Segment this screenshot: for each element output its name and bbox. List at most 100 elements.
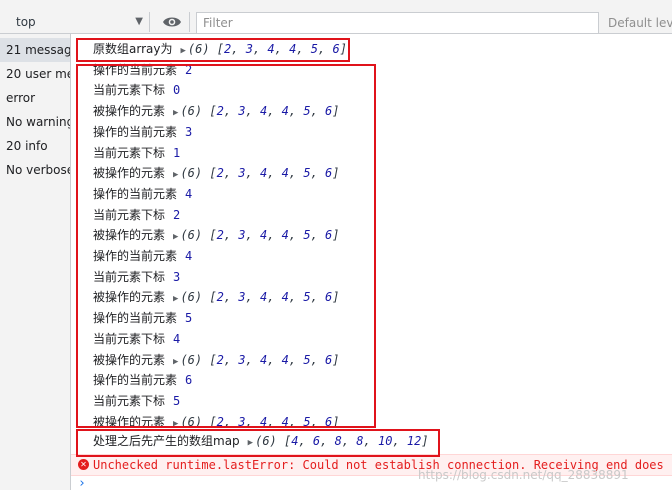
- log-number-value: 0: [173, 83, 181, 98]
- expand-triangle-icon[interactable]: ▶: [180, 41, 185, 61]
- array-preview[interactable]: (6) [2, 3, 4, 4, 5, 6]: [180, 290, 339, 304]
- console-sidebar: 21 messages 20 user mes... error No warning…: [0, 34, 71, 490]
- console-toolbar: top ▼ Filter Default leve: [0, 0, 672, 34]
- console-line[interactable]: 当前元素下标 3: [71, 267, 672, 287]
- array-preview[interactable]: (6) [2, 3, 4, 4, 5, 6]: [180, 353, 339, 367]
- array-length: (6): [180, 414, 203, 429]
- console-line[interactable]: 当前元素下标 5: [71, 391, 672, 411]
- array-element: 2: [216, 104, 224, 119]
- array-element: 4: [259, 414, 268, 429]
- log-label: 操作的当前元素: [93, 186, 178, 201]
- console-line[interactable]: 当前元素下标 0: [71, 80, 672, 100]
- console-line[interactable]: 原数组array为 ▶ (6) [2, 3, 4, 4, 5, 6]: [71, 39, 672, 59]
- log-number-value: 2: [173, 207, 181, 222]
- log-number-value: 2: [185, 62, 193, 77]
- console-messages: 原数组array为 ▶ (6) [2, 3, 4, 4, 5, 6] 操作的当前元素 2…: [71, 34, 672, 491]
- sidebar-item[interactable]: 20 user mes...: [0, 62, 70, 86]
- console-message: 当前元素下标 2: [93, 205, 180, 225]
- console-message: 当前元素下标 4: [93, 329, 180, 349]
- console-message: 当前元素下标 5: [93, 391, 180, 411]
- array-element: 4: [281, 104, 289, 119]
- console-line[interactable]: 被操作的元素 ▶ (6) [2, 3, 4, 4, 5, 6]: [71, 101, 672, 121]
- log-label: 被操作的元素: [93, 352, 166, 367]
- console-message: 操作的当前元素 2: [93, 60, 192, 80]
- array-length: (6): [187, 42, 210, 56]
- array-element: 6: [325, 166, 333, 181]
- array-preview[interactable]: (6) [2, 3, 4, 4, 5, 6]: [180, 415, 339, 429]
- console-message: 操作的当前元素 6: [93, 370, 192, 390]
- array-element: 4: [281, 290, 289, 305]
- log-label: 操作的当前元素: [93, 311, 178, 326]
- sidebar-list: 21 messages 20 user mes... error No warning…: [0, 38, 70, 182]
- console-line[interactable]: 操作的当前元素 2: [71, 60, 672, 80]
- array-element: 6: [325, 352, 333, 367]
- log-number-value: 6: [185, 373, 193, 388]
- sidebar-item[interactable]: 20 info: [0, 134, 70, 158]
- console-message: 被操作的元素 ▶ (6) [2, 3, 4, 4, 5, 6]: [93, 225, 339, 247]
- expand-triangle-icon[interactable]: ▶: [173, 352, 178, 372]
- expand-triangle-icon[interactable]: ▶: [173, 289, 178, 309]
- sidebar-item-label: No warnings: [6, 115, 70, 129]
- context-selector[interactable]: top ▼: [0, 12, 150, 32]
- watermark-text: https://blog.csdn.net/qq_28838891: [418, 468, 629, 482]
- console-line[interactable]: 操作的当前元素 4: [71, 184, 672, 204]
- array-preview[interactable]: (6) [2, 3, 4, 4, 5, 6]: [180, 166, 339, 180]
- array-element: 6: [325, 104, 333, 119]
- log-label: 操作的当前元素: [93, 124, 178, 139]
- default-levels-dropdown[interactable]: Default leve: [608, 12, 672, 34]
- array-length: (6): [180, 166, 203, 181]
- log-label: 当前元素下标: [93, 269, 166, 284]
- log-number-value: 4: [185, 249, 193, 263]
- array-length: (6): [180, 290, 203, 305]
- log-label: 被操作的元素: [93, 104, 166, 119]
- array-preview[interactable]: (6) [4, 6, 8, 8, 10, 12]: [255, 434, 428, 448]
- sidebar-item[interactable]: error: [0, 86, 70, 110]
- array-element: 4: [281, 228, 289, 243]
- expand-triangle-icon[interactable]: ▶: [248, 433, 253, 453]
- array-preview[interactable]: (6) [2, 3, 4, 4, 5, 6]: [188, 42, 347, 56]
- log-label: 处理之后先产生的数组map: [93, 434, 240, 448]
- console-message: 处理之后先产生的数组map ▶ (6) [4, 6, 8, 8, 10, 12]: [93, 431, 429, 453]
- array-element: 4: [281, 166, 289, 181]
- array-length: (6): [180, 352, 203, 367]
- filter-input[interactable]: Filter: [196, 12, 599, 34]
- log-label: 被操作的元素: [93, 414, 166, 429]
- log-label: 当前元素下标: [93, 393, 166, 408]
- expand-triangle-icon[interactable]: ▶: [173, 103, 178, 123]
- log-label: 当前元素下标: [93, 207, 166, 222]
- console-line[interactable]: 操作的当前元素 6: [71, 370, 672, 390]
- console-line[interactable]: 被操作的元素 ▶ (6) [2, 3, 4, 4, 5, 6]: [71, 225, 672, 245]
- array-length: (6): [180, 228, 203, 243]
- context-label: top: [16, 15, 36, 29]
- console-line[interactable]: 当前元素下标 1: [71, 143, 672, 163]
- sidebar-item-label: No verbose: [6, 163, 70, 177]
- console-line[interactable]: 处理之后先产生的数组map ▶ (6) [4, 6, 8, 8, 10, 12]: [71, 431, 672, 451]
- console-line[interactable]: 当前元素下标 2: [71, 205, 672, 225]
- array-element: 2: [216, 166, 224, 181]
- console-line[interactable]: 当前元素下标 4: [71, 329, 672, 349]
- console-message: 操作的当前元素 5: [93, 308, 192, 328]
- array-preview[interactable]: (6) [2, 3, 4, 4, 5, 6]: [180, 228, 339, 242]
- sidebar-item[interactable]: 21 messages: [0, 38, 70, 62]
- array-element: 6: [325, 290, 333, 305]
- log-number-value: 3: [185, 124, 193, 139]
- console-line[interactable]: 被操作的元素 ▶ (6) [2, 3, 4, 4, 5, 6]: [71, 412, 672, 432]
- log-number-value: 5: [185, 311, 193, 326]
- sidebar-item[interactable]: No warnings: [0, 110, 70, 134]
- expand-triangle-icon[interactable]: ▶: [173, 227, 178, 247]
- console-prompt-icon[interactable]: ›: [78, 476, 86, 491]
- console-line[interactable]: 操作的当前元素 3: [71, 122, 672, 142]
- sidebar-item-label: 20 user mes...: [6, 67, 70, 81]
- console-line[interactable]: 被操作的元素 ▶ (6) [2, 3, 4, 4, 5, 6]: [71, 287, 672, 307]
- console-line[interactable]: 操作的当前元素 4: [71, 246, 672, 266]
- console-line[interactable]: 被操作的元素 ▶ (6) [2, 3, 4, 4, 5, 6]: [71, 350, 672, 370]
- sidebar-item[interactable]: No verbose: [0, 158, 70, 182]
- console-line[interactable]: 操作的当前元素 5: [71, 308, 672, 328]
- eye-icon[interactable]: [162, 14, 182, 30]
- expand-triangle-icon[interactable]: ▶: [173, 165, 178, 185]
- array-preview[interactable]: (6) [2, 3, 4, 4, 5, 6]: [180, 104, 339, 118]
- array-element: 2: [216, 352, 224, 367]
- filter-placeholder: Filter: [203, 16, 233, 30]
- error-icon: ✕: [78, 459, 89, 470]
- console-line[interactable]: 被操作的元素 ▶ (6) [2, 3, 4, 4, 5, 6]: [71, 163, 672, 183]
